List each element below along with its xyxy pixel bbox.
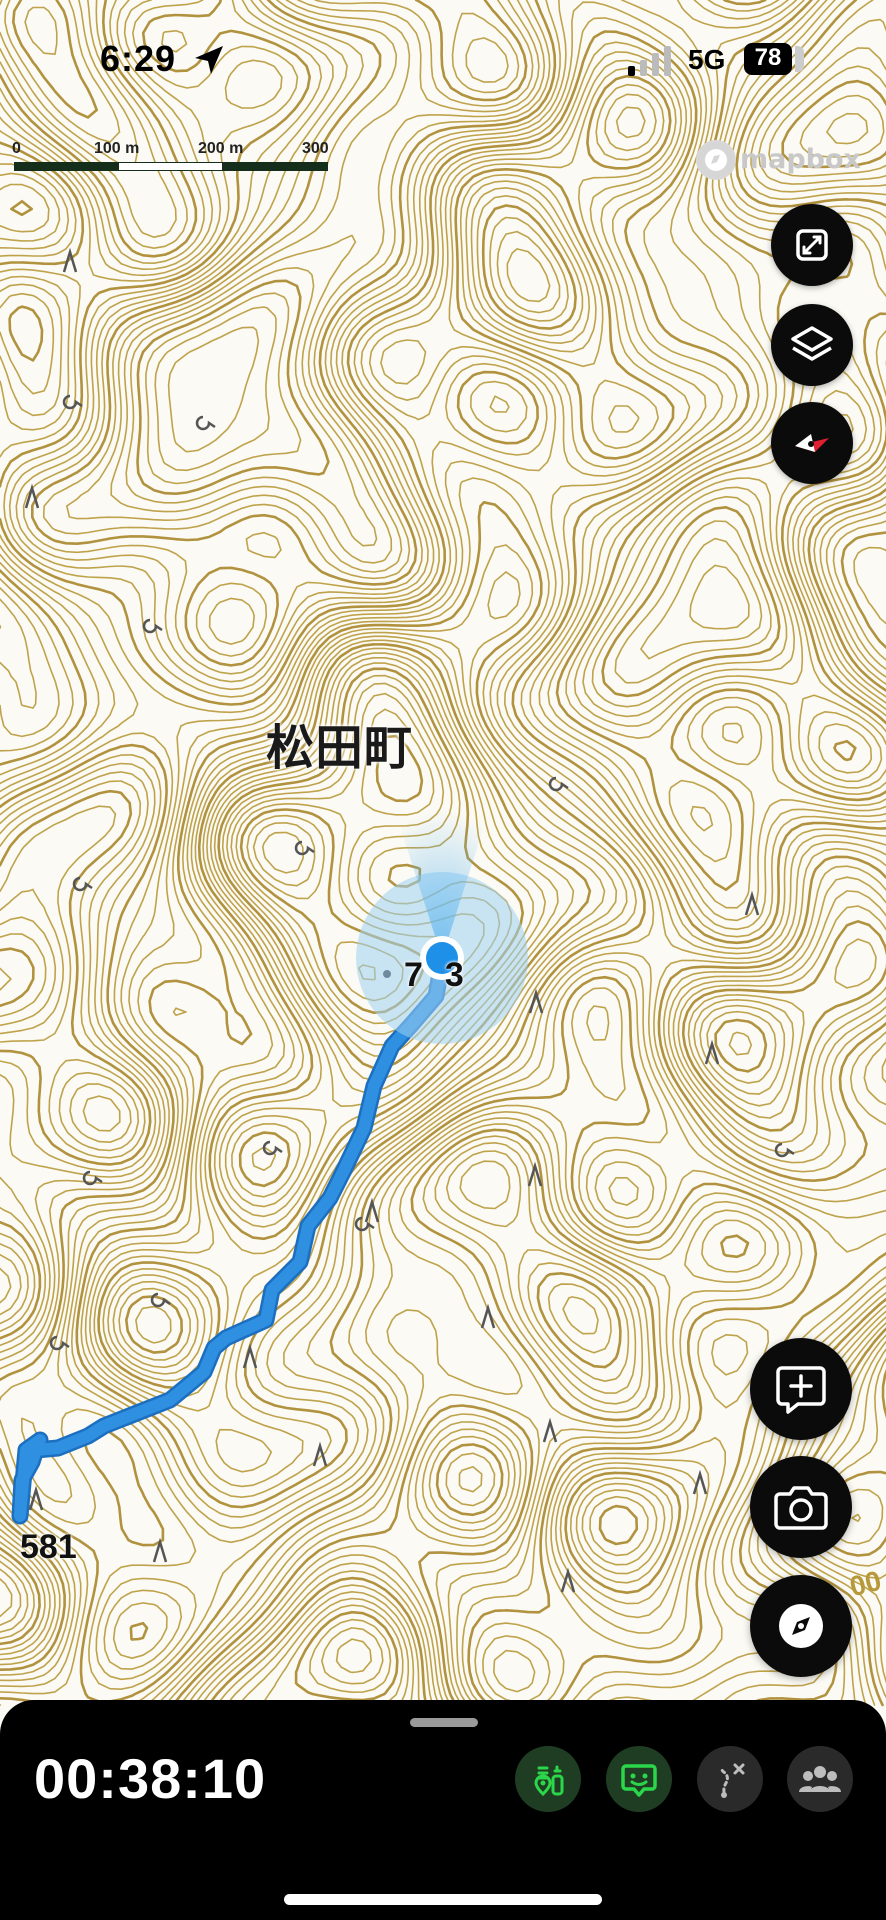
- compass-icon: [779, 1604, 823, 1648]
- battery-level: 78: [754, 44, 782, 71]
- scale-segment: [118, 162, 224, 171]
- layers-icon: [791, 326, 833, 361]
- depression-symbol: [294, 840, 315, 856]
- mapbox-attribution[interactable]: mapbox: [696, 140, 870, 180]
- summit-elevation-suffix: 3: [444, 956, 464, 994]
- panel-grabber[interactable]: [410, 1718, 478, 1727]
- fullscreen-icon: [796, 229, 828, 261]
- camera-button[interactable]: [750, 1456, 852, 1558]
- add-note-button[interactable]: [750, 1338, 852, 1440]
- fullscreen-button[interactable]: [771, 204, 853, 286]
- spot-elevation-label: 581: [20, 1528, 77, 1566]
- summit-elevation-label: 73: [404, 956, 464, 995]
- compass-heading-icon: [795, 434, 829, 452]
- layers-button[interactable]: [771, 304, 853, 386]
- route-button[interactable]: [697, 1746, 763, 1812]
- attribution-text: mapbox: [740, 144, 861, 175]
- battery-cap: [795, 46, 804, 72]
- chat-bubble-icon: [621, 1764, 657, 1797]
- scale-label-0: 0: [12, 140, 21, 157]
- location-arrow-icon: [195, 46, 223, 74]
- chat-button[interactable]: [606, 1746, 672, 1812]
- scale-bar: 0 100 m 200 m 300 m: [12, 140, 344, 175]
- route-off-icon: [720, 1763, 745, 1798]
- trail-markers-button[interactable]: [515, 1746, 581, 1812]
- home-indicator: [284, 1894, 602, 1905]
- battery-icon: 78: [744, 43, 804, 75]
- compass-button[interactable]: [750, 1575, 852, 1677]
- cliff-symbol: [364, 1197, 380, 1223]
- mapbox-logo-icon: [696, 140, 736, 180]
- camera-icon: [774, 1486, 828, 1530]
- cliff-symbol: [242, 1343, 258, 1369]
- summit-elevation-prefix: 7: [404, 956, 423, 994]
- depression-symbol: [354, 1216, 375, 1232]
- recording-panel: 00:38:10: [0, 1700, 886, 1920]
- scale-segment: [14, 162, 120, 171]
- depression-symbol: [774, 1142, 795, 1158]
- clock: 6:29: [100, 38, 177, 79]
- elapsed-timer: 00:38:10: [34, 1747, 267, 1810]
- cliff-symbol: [542, 1417, 558, 1443]
- network-type: 5G: [688, 44, 726, 75]
- current-location: [356, 810, 528, 1044]
- depression-symbol: [142, 618, 163, 634]
- cliff-symbol: [312, 1441, 328, 1467]
- scale-label-100: 100 m: [94, 140, 140, 157]
- cliff-symbol: [692, 1469, 708, 1495]
- cliff-symbol: [28, 1485, 44, 1511]
- scale-label-200: 200 m: [198, 140, 244, 157]
- depression-symbol: [548, 776, 569, 792]
- group-icon: [799, 1766, 841, 1792]
- depression-symbol: [195, 415, 216, 431]
- contour-line: [335, 1638, 372, 1674]
- heading-mode-button[interactable]: [771, 402, 853, 484]
- add-note-icon: [776, 1366, 826, 1414]
- cliff-symbol: [480, 1303, 496, 1329]
- status-bar: 6:29 5G 78: [0, 0, 886, 120]
- group-button[interactable]: [787, 1746, 853, 1812]
- signal-icon: [628, 46, 671, 76]
- cliff-symbol: [560, 1567, 576, 1593]
- trail-markers-icon: [534, 1765, 564, 1797]
- scale-segment: [222, 162, 328, 171]
- place-name-label: 松田町: [266, 722, 414, 775]
